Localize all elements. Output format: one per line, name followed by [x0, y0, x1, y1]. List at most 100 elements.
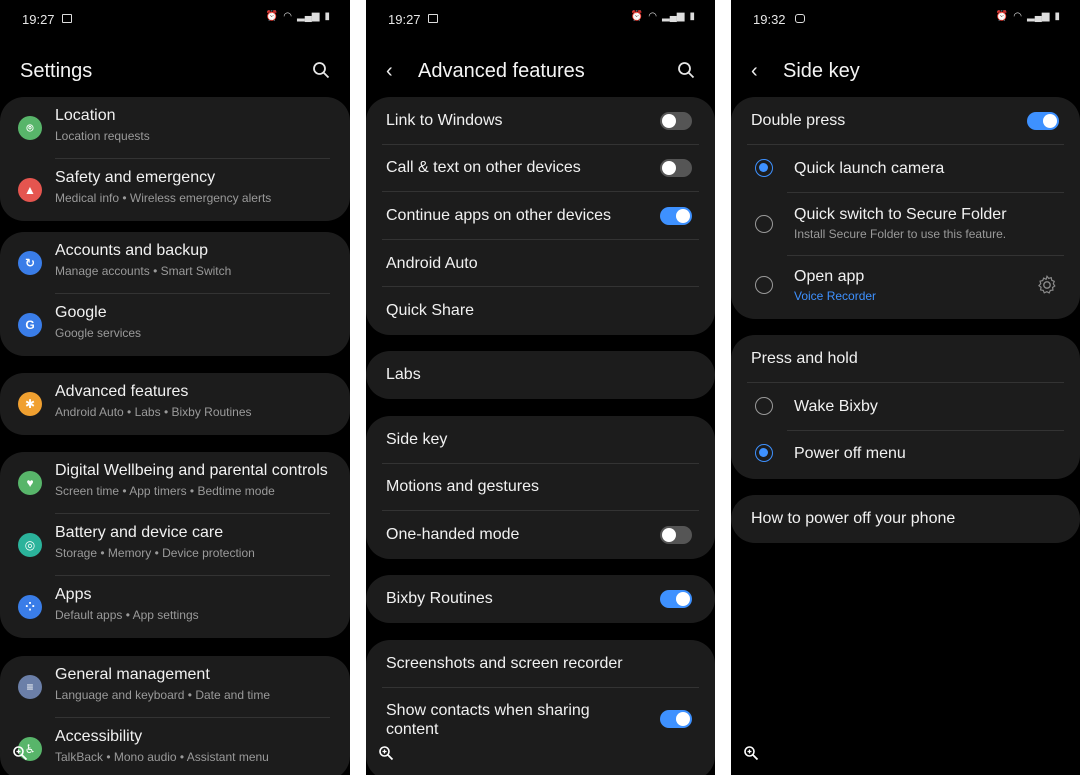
battery-care-icon: ◎ — [18, 533, 42, 557]
settings-item-subtitle: Google services — [55, 326, 142, 340]
star-gear-icon: ✱ — [18, 392, 42, 416]
radio-selected[interactable] — [755, 444, 773, 462]
settings-item[interactable]: ↻ Accounts and backup Manage accounts • Sm… — [0, 232, 350, 294]
toggle-switch[interactable] — [660, 206, 692, 225]
advanced-item-title: Continue apps on other devices — [386, 206, 612, 224]
alarm-icon: ⏰ — [630, 11, 644, 22]
battery-icon: ▮ — [1054, 11, 1060, 22]
siren-icon: ▲ — [18, 178, 42, 202]
signal-icon: ▂▄▆ — [662, 11, 685, 22]
settings-item-subtitle: Language and keyboard • Date and time — [55, 688, 271, 702]
advanced-item[interactable]: Continue apps on other devices — [366, 192, 715, 240]
how-to-power-off-link[interactable]: How to power off your phone — [751, 510, 955, 528]
advanced-item[interactable]: Labs — [366, 351, 715, 399]
signal-icon: ▂▄▆ — [1027, 11, 1050, 22]
option-sublabel: Install Secure Folder to use this featur… — [794, 227, 1007, 241]
option-label: Quick launch camera — [794, 160, 945, 177]
settings-item[interactable]: ⁘ Apps Default apps • App settings — [0, 576, 350, 638]
settings-screen: 19:27 ⏰ ◠ ▂▄▆ ▮ Settings ⌾ Location Locati… — [0, 0, 350, 775]
advanced-item[interactable]: One-handed mode — [366, 511, 715, 559]
radio-unselected[interactable] — [755, 397, 773, 415]
search-icon[interactable] — [677, 61, 695, 79]
wellbeing-icon: ♥ — [18, 471, 42, 495]
press-hold-card: Press and hold Wake Bixby Power off menu — [731, 335, 1080, 479]
advanced-item[interactable]: Screenshots and screen recorder — [366, 640, 715, 688]
advanced-item[interactable]: Bixby Routines — [366, 575, 715, 623]
advanced-item[interactable]: Motions and gestures — [366, 464, 715, 512]
how-to-card[interactable]: How to power off your phone — [731, 495, 1080, 543]
toggle-switch[interactable] — [660, 589, 692, 608]
search-icon[interactable] — [312, 61, 330, 79]
advanced-item[interactable]: Link to Windows — [366, 97, 715, 145]
toggle-switch[interactable] — [660, 709, 692, 728]
status-time: 19:27 — [22, 12, 55, 27]
back-icon[interactable]: ‹ — [386, 60, 400, 83]
option-app-link[interactable]: Voice Recorder — [794, 289, 876, 303]
back-icon[interactable]: ‹ — [751, 60, 765, 83]
settings-item-title: Safety and emergency — [55, 169, 216, 186]
signal-icon: ▂▄▆ — [297, 11, 320, 22]
settings-item-subtitle: Manage accounts • Smart Switch — [55, 264, 232, 278]
gear-icon[interactable] — [1036, 274, 1058, 296]
settings-item[interactable]: ≡ General management Language and keyboard… — [0, 656, 350, 718]
settings-group-card: ↻ Accounts and backup Manage accounts • Sm… — [0, 232, 350, 356]
settings-item-title: General management — [55, 666, 210, 683]
advanced-item-title: Call & text on other devices — [386, 159, 581, 177]
option-label: Wake Bixby — [794, 398, 878, 415]
option-power-off-menu[interactable]: Power off menu — [731, 431, 1080, 479]
advanced-item-title: Android Auto — [386, 254, 478, 272]
advanced-item[interactable]: Quick Share — [366, 287, 715, 335]
settings-item[interactable]: ⌾ Location Location requests — [0, 97, 350, 159]
status-bar: 19:27 ⏰ ◠ ▂▄▆ ▮ — [366, 10, 715, 28]
advanced-item-title: Labs — [386, 365, 421, 383]
advanced-item-title: One-handed mode — [386, 525, 520, 543]
google-icon: G — [18, 313, 42, 337]
radio-selected[interactable] — [755, 159, 773, 177]
advanced-group-card: Bixby Routines — [366, 575, 715, 623]
page-title: Advanced features — [418, 59, 585, 82]
advanced-item[interactable]: Android Auto — [366, 240, 715, 288]
settings-item-subtitle: Storage • Memory • Device protection — [55, 546, 255, 560]
settings-item[interactable]: G Google Google services — [0, 294, 350, 356]
toggle-switch[interactable] — [660, 159, 692, 178]
settings-item-subtitle: Medical info • Wireless emergency alerts — [55, 191, 272, 205]
settings-item[interactable]: ♿ Accessibility TalkBack • Mono audio • As… — [0, 718, 350, 775]
page-title: Side key — [783, 59, 860, 82]
settings-header: Settings — [20, 54, 330, 88]
advanced-item-title: Side key — [386, 430, 448, 448]
toggle-switch[interactable] — [660, 111, 692, 130]
advanced-item-title: Quick Share — [386, 302, 475, 320]
double-press-toggle[interactable] — [1027, 112, 1059, 130]
radio-unselected[interactable] — [755, 276, 773, 294]
option-label: Power off menu — [794, 445, 906, 462]
advanced-item[interactable]: Side key — [366, 416, 715, 464]
settings-item[interactable]: ▲ Safety and emergency Medical info • Wire… — [0, 159, 350, 221]
advanced-item-title: Link to Windows — [386, 111, 503, 129]
advanced-item[interactable]: Show contacts when sharing content — [366, 688, 715, 750]
settings-item-title: Accounts and backup — [55, 242, 208, 259]
option-secure-folder[interactable]: Quick switch to Secure Folder Install Se… — [731, 193, 1080, 255]
settings-item-title: Advanced features — [55, 383, 189, 400]
double-press-row[interactable]: Double press — [731, 97, 1080, 145]
settings-group-card: ⌾ Location Location requests ▲ Safety and em… — [0, 97, 350, 221]
video-icon — [795, 14, 805, 23]
settings-item-subtitle: Screen time • App timers • Bedtime mode — [55, 484, 275, 498]
advanced-item-title: Screenshots and screen recorder — [386, 654, 623, 672]
settings-item-title: Location — [55, 107, 116, 124]
settings-item[interactable]: ♥ Digital Wellbeing and parental controls… — [0, 452, 350, 514]
advanced-item[interactable]: Call & text on other devices — [366, 145, 715, 193]
status-time: 19:32 — [753, 12, 786, 27]
option-wake-bixby[interactable]: Wake Bixby — [731, 383, 1080, 431]
option-quick-launch-camera[interactable]: Quick launch camera — [731, 145, 1080, 193]
side-key-header: ‹ Side key — [751, 54, 1060, 88]
settings-item[interactable]: ✱ Advanced features Android Auto • Labs • … — [0, 373, 350, 435]
option-open-app[interactable]: Open app Voice Recorder — [731, 256, 1080, 318]
settings-item[interactable]: ◎ Battery and device care Storage • Memory… — [0, 514, 350, 576]
gallery-icon — [62, 14, 72, 23]
advanced-item-title: Bixby Routines — [386, 589, 493, 607]
battery-icon: ▮ — [324, 11, 330, 22]
radio-unselected[interactable] — [755, 215, 773, 233]
battery-icon: ▮ — [689, 11, 695, 22]
toggle-switch[interactable] — [660, 525, 692, 544]
status-bar: 19:27 ⏰ ◠ ▂▄▆ ▮ — [0, 10, 350, 28]
